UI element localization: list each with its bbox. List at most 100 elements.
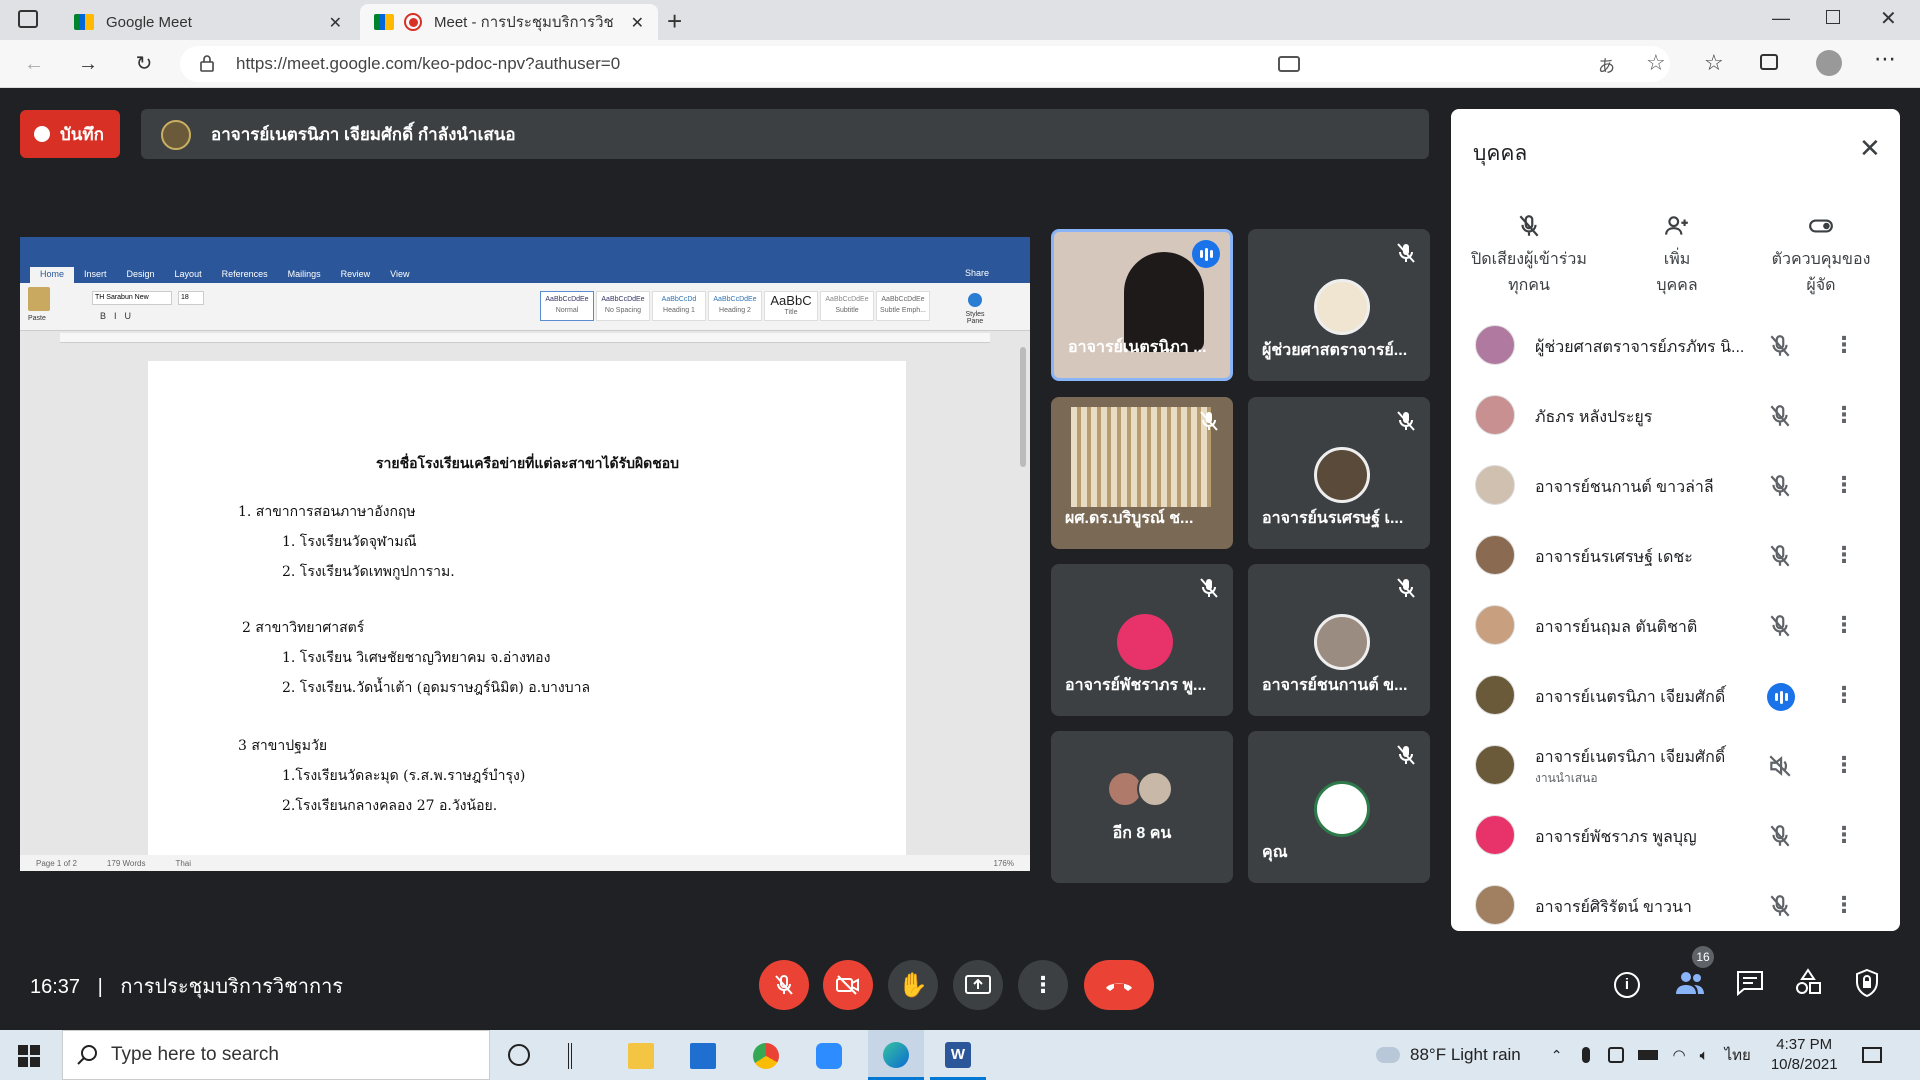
word-taskbar-item[interactable]: W	[930, 1030, 986, 1080]
weather-text[interactable]: 88°F Light rain	[1410, 1045, 1521, 1065]
more-vert-icon[interactable]: ⋮	[1833, 683, 1855, 707]
tab-google-meet[interactable]: Google Meet ✕	[60, 4, 356, 40]
participant-list-item[interactable]: อาจารย์ชนกานต์ ขาวล่าลี ⋮	[1475, 459, 1875, 519]
participant-list-item[interactable]: ภัธภร หลังประยูร ⋮	[1475, 389, 1875, 449]
participant-tile[interactable]: อาจารย์ชนกานต์ ข...	[1248, 564, 1430, 716]
back-icon[interactable]: ←	[22, 52, 46, 76]
more-vert-icon[interactable]: ⋮	[1833, 403, 1855, 427]
reload-icon[interactable]: ↻	[132, 52, 156, 76]
favorite-star-icon[interactable]: ☆	[1646, 50, 1666, 76]
add-people-button[interactable]: เพิ่ม บุคคล	[1617, 213, 1737, 299]
host-safety-button[interactable]	[1854, 968, 1880, 998]
translate-icon[interactable]: あ	[1598, 52, 1615, 77]
taskbar-search-box[interactable]: Type here to search	[62, 1030, 490, 1080]
participant-list-item[interactable]: อาจารย์นรเศรษฐ์ เดชะ ⋮	[1475, 529, 1875, 589]
participant-tile[interactable]: ผู้ช่วยศาสตราจารย์...	[1248, 229, 1430, 381]
participant-tile[interactable]: อาจารย์นรเศรษฐ์ เ...	[1248, 397, 1430, 549]
new-tab-button[interactable]: +	[667, 6, 682, 37]
participant-list-item[interactable]: ผู้ช่วยศาสตราจารย์ภรภัทร นิ... ⋮	[1475, 319, 1875, 379]
activities-button[interactable]	[1794, 968, 1822, 996]
mute-all-button[interactable]: ปิดเสียงผู้เข้าร่วม ทุกคน	[1469, 213, 1589, 299]
mic-off-icon	[1516, 213, 1542, 239]
host-controls-button[interactable]: ตัวควบคุมของ ผู้จัด	[1761, 213, 1881, 299]
participant-list-item[interactable]: อาจารย์ศิริรัตน์ ขาวนา ⋮	[1475, 879, 1875, 939]
volume-icon[interactable]: 🔈︎	[1700, 1047, 1709, 1064]
mic-off-icon[interactable]	[1767, 403, 1793, 429]
participant-tile[interactable]: ผศ.ดร.บริบูรณ์ ช...	[1051, 397, 1233, 549]
more-vert-icon[interactable]: ⋮	[1833, 333, 1855, 357]
more-vert-icon[interactable]: ⋮	[1833, 753, 1855, 777]
more-menu-icon[interactable]: ⋯	[1874, 46, 1896, 72]
widgets-icon[interactable]	[568, 1043, 594, 1069]
close-icon[interactable]: ✕	[1859, 133, 1881, 164]
mic-off-icon[interactable]	[1767, 333, 1793, 359]
participant-tile[interactable]: อาจารย์พัชราภร พู...	[1051, 564, 1233, 716]
windows-start-icon[interactable]	[18, 1045, 40, 1067]
more-options-button[interactable]: ⋮	[1018, 960, 1068, 1010]
close-window-icon[interactable]: ✕	[1880, 6, 1897, 31]
panel-title: บุคคล	[1473, 142, 1528, 165]
self-tile[interactable]: คุณ	[1248, 731, 1430, 883]
close-tab-icon[interactable]: ✕	[631, 13, 644, 33]
participant-name: อาจารย์นรเศรษฐ์ เ...	[1262, 510, 1404, 527]
mic-toggle-button[interactable]	[759, 960, 809, 1010]
file-explorer-icon[interactable]	[628, 1043, 654, 1069]
tab-actions-icon[interactable]	[18, 10, 38, 28]
clock[interactable]: 4:37 PM 10/8/2021	[1771, 1035, 1838, 1075]
favorites-icon[interactable]: ☆	[1704, 50, 1724, 76]
more-count-label: อีก 8 คน	[1112, 825, 1172, 842]
format-buttons: BIU	[100, 311, 140, 321]
maximize-icon[interactable]	[1826, 10, 1840, 24]
profile-avatar[interactable]	[1816, 50, 1842, 76]
presenting-banner: อาจารย์เนตรนิภา เจียมศักดิ์ กำลังนำเสนอ	[141, 109, 1429, 159]
more-vert-icon[interactable]: ⋮	[1833, 823, 1855, 847]
wifi-icon[interactable]: ◠	[1672, 1046, 1685, 1064]
participant-list-item[interactable]: อาจารย์เนตรนิภา เจียมศักดิ์ ⋮	[1475, 669, 1875, 729]
chat-button[interactable]	[1736, 970, 1764, 996]
mic-off-icon[interactable]	[1767, 543, 1793, 569]
mic-off-icon[interactable]	[1767, 613, 1793, 639]
activities-icon	[1794, 968, 1822, 996]
camera-toggle-button[interactable]	[823, 960, 873, 1010]
edge-taskbar-item[interactable]	[868, 1030, 924, 1080]
participant-avatar	[1314, 279, 1370, 335]
minimize-icon[interactable]: —	[1772, 8, 1790, 29]
zoom-icon[interactable]	[816, 1043, 842, 1069]
more-vert-icon[interactable]: ⋮	[1833, 613, 1855, 637]
participant-tile[interactable]: อาจารย์เนตรนิภา ...	[1051, 229, 1233, 381]
raise-hand-button[interactable]: ✋	[888, 960, 938, 1010]
people-button[interactable]: 16	[1674, 946, 1714, 1000]
mail-icon[interactable]	[690, 1043, 716, 1069]
recording-badge[interactable]: บันทึก	[20, 110, 120, 158]
more-participants-tile[interactable]: อีก 8 คน	[1051, 731, 1233, 883]
battery-icon[interactable]	[1638, 1050, 1659, 1060]
address-bar[interactable]: https://meet.google.com/keo-pdoc-npv?aut…	[180, 46, 1670, 82]
camera-blocked-icon[interactable]	[1278, 56, 1300, 72]
more-vert-icon[interactable]: ⋮	[1833, 543, 1855, 567]
collections-icon[interactable]	[1760, 54, 1778, 70]
mic-off-icon[interactable]	[1767, 473, 1793, 499]
present-button[interactable]	[953, 960, 1003, 1010]
audio-off-icon[interactable]	[1767, 753, 1793, 779]
chevron-up-icon[interactable]: ⌃	[1551, 1047, 1563, 1064]
close-tab-icon[interactable]: ✕	[329, 13, 342, 33]
forward-icon[interactable]: →	[76, 52, 100, 76]
more-vert-icon[interactable]: ⋮	[1833, 893, 1855, 917]
notifications-icon[interactable]	[1861, 1047, 1882, 1063]
participant-list-item[interactable]: อาจารย์นฤมล ตันติชาติ ⋮	[1475, 599, 1875, 659]
participant-count-badge: 16	[1692, 946, 1714, 968]
more-vert-icon[interactable]: ⋮	[1833, 473, 1855, 497]
microphone-icon[interactable]	[1582, 1047, 1591, 1063]
tab-meet-meeting[interactable]: Meet - การประชุมบริการวิชาการ ✕	[360, 4, 658, 40]
mic-off-icon[interactable]	[1767, 893, 1793, 919]
info-icon[interactable]: i	[1614, 972, 1640, 998]
input-language[interactable]: ไทย	[1725, 1043, 1751, 1067]
leave-call-button[interactable]	[1084, 960, 1154, 1010]
security-icon[interactable]	[1608, 1047, 1625, 1063]
chrome-icon[interactable]	[753, 1043, 779, 1069]
mic-off-icon[interactable]	[1767, 823, 1793, 849]
speaking-icon[interactable]	[1767, 683, 1795, 711]
participant-list-item[interactable]: อาจารย์เนตรนิภา เจียมศักดิ์ งานนำเสนอ ⋮	[1475, 739, 1875, 799]
task-view-icon[interactable]	[508, 1044, 530, 1066]
participant-list-item[interactable]: อาจารย์พัชราภร พูลบุญ ⋮	[1475, 809, 1875, 869]
